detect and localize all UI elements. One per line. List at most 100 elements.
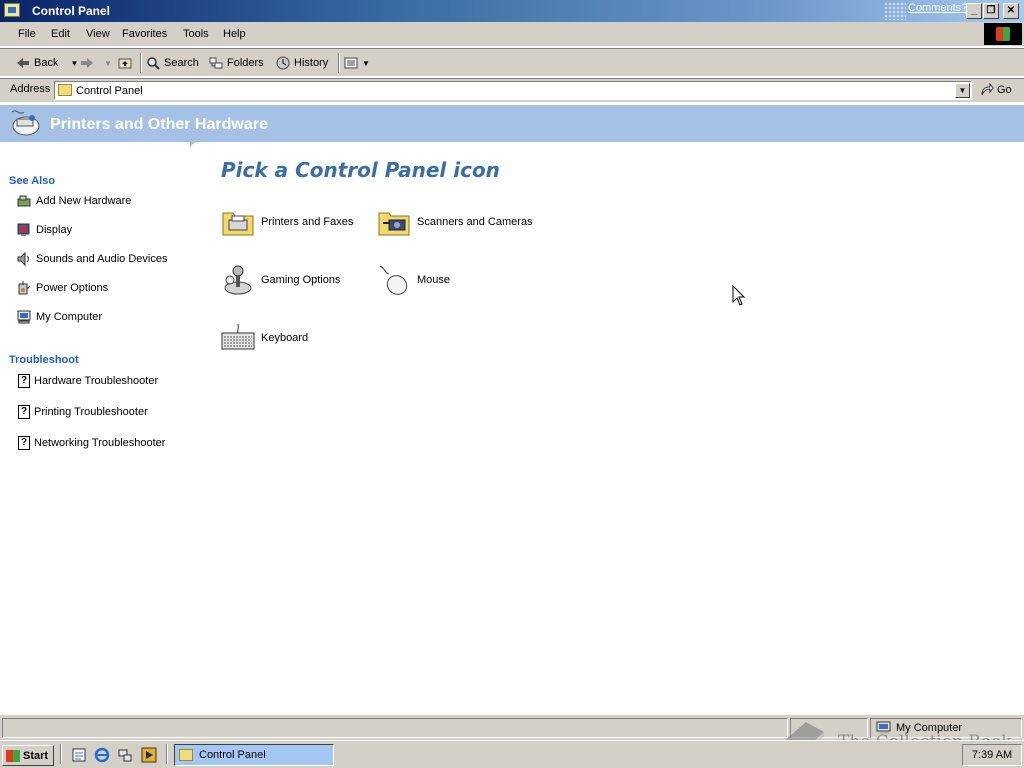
printer-folder-icon <box>222 212 254 236</box>
camera-folder-icon <box>378 212 410 236</box>
keyboard-icon <box>221 323 255 350</box>
sidebar-item-power-options[interactable]: Power Options <box>16 280 108 296</box>
windows-logo-icon <box>984 23 1022 45</box>
search-button[interactable]: Search <box>146 55 199 71</box>
windows-flag-icon <box>6 749 20 762</box>
menu-edit[interactable]: Edit <box>51 28 70 40</box>
see-also-heading: See Also <box>9 175 56 187</box>
menu-bar: File Edit View Favorites Tools Help <box>0 22 1024 47</box>
back-button[interactable]: Back ▼ <box>16 55 78 71</box>
sidebar-item-label: Networking Troubleshooter <box>34 437 166 449</box>
sidebar-item-label: Add New Hardware <box>36 195 132 207</box>
speaker-icon <box>17 251 29 267</box>
forward-arrow-icon <box>81 58 93 68</box>
banner-title: Printers and Other Hardware <box>50 116 268 133</box>
menu-favorites[interactable]: Favorites <box>122 28 167 40</box>
status-bar: My Computer <box>0 714 1024 740</box>
back-arrow-icon <box>17 58 29 68</box>
taskbar-separator <box>166 744 168 764</box>
menu-file[interactable]: File <box>18 28 36 40</box>
page-heading: Pick a Control Panel icon <box>221 158 500 182</box>
minimize-button[interactable]: _ <box>966 3 982 19</box>
sidebar-item-display[interactable]: Display <box>16 222 72 238</box>
toolbar-separator <box>140 53 142 73</box>
internet-explorer-icon[interactable] <box>94 747 110 763</box>
printer-hardware-icon <box>11 110 40 136</box>
sidebar-item-hardware-troubleshooter[interactable]: ? Hardware Troubleshooter <box>16 373 158 389</box>
back-label: Back <box>34 57 59 69</box>
sidebar-item-label: My Computer <box>36 311 103 323</box>
cp-item-label: Keyboard <box>261 332 309 344</box>
restore-button[interactable]: ❐ <box>983 3 999 19</box>
history-button[interactable]: History <box>276 55 328 71</box>
sidebar-item-label: Sounds and Audio Devices <box>36 253 168 265</box>
cp-item-gaming-options[interactable]: Gaming Options <box>221 263 340 297</box>
help-icon: ? <box>18 436 30 450</box>
forward-dropdown-icon[interactable]: ▼ <box>104 59 112 68</box>
search-icon <box>147 57 160 70</box>
go-arrow-icon <box>981 83 994 96</box>
history-label: History <box>294 57 329 69</box>
views-icon <box>344 57 358 69</box>
control-panel-folder-icon <box>58 84 72 96</box>
menu-view[interactable]: View <box>86 28 110 40</box>
sidebar-item-label: Hardware Troubleshooter <box>34 375 159 387</box>
help-icon: ? <box>18 405 30 419</box>
toolbar-separator <box>338 53 340 73</box>
folders-icon <box>209 57 223 69</box>
cp-item-label: Printers and Faxes <box>261 216 354 228</box>
go-label: Go <box>997 84 1012 96</box>
category-banner: Printers and Other Hardware <box>0 103 1024 150</box>
sidebar-item-printing-troubleshooter[interactable]: ? Printing Troubleshooter <box>16 404 148 420</box>
cp-item-keyboard[interactable]: Keyboard <box>221 321 308 355</box>
go-button[interactable]: Go <box>980 83 1012 97</box>
computer-icon <box>876 721 891 734</box>
status-zone: My Computer <box>876 721 962 735</box>
search-label: Search <box>164 57 199 69</box>
system-tray-clock[interactable]: 7:39 AM <box>962 744 1022 766</box>
taskbar-separator <box>60 744 62 764</box>
up-folder-icon <box>118 58 132 69</box>
address-dropdown-button[interactable]: ▼ <box>955 83 970 98</box>
computer-icon <box>17 310 31 324</box>
status-panel-middle <box>790 718 868 738</box>
main-content: Pick a Control Panel icon Printers and F… <box>190 149 1024 714</box>
start-button[interactable]: Start <box>2 745 54 766</box>
network-quicklaunch-icon[interactable] <box>117 747 133 763</box>
sidebar-item-networking-troubleshooter[interactable]: ? Networking Troubleshooter <box>16 435 165 451</box>
display-icon <box>17 223 30 236</box>
address-input[interactable]: Control Panel ▼ <box>54 81 972 100</box>
help-icon: ? <box>18 374 30 388</box>
up-folder-button[interactable] <box>118 55 132 71</box>
troubleshoot-heading: Troubleshoot <box>9 354 79 366</box>
forward-button[interactable]: ▼ <box>80 55 112 71</box>
address-value: Control Panel <box>76 85 143 97</box>
notepad-quicklaunch-icon[interactable] <box>71 747 87 763</box>
cp-item-label: Mouse <box>417 274 451 286</box>
power-icon <box>18 281 31 295</box>
sidebar: See Also Add New Hardware Display Sounds… <box>0 149 190 714</box>
sidebar-item-add-new-hardware[interactable]: Add New Hardware <box>16 193 131 209</box>
menu-tools[interactable]: Tools <box>183 28 209 40</box>
taskbar-item-control-panel[interactable]: Control Panel <box>174 744 334 766</box>
sidebar-item-label: Power Options <box>36 282 109 294</box>
cp-item-mouse[interactable]: Mouse <box>377 263 450 297</box>
close-button[interactable]: ✕ <box>1003 3 1019 19</box>
cp-item-scanners-and-cameras[interactable]: Scanners and Cameras <box>377 205 533 239</box>
joystick-icon <box>224 265 252 295</box>
hardware-icon <box>17 195 31 207</box>
cp-item-printers-and-faxes[interactable]: Printers and Faxes <box>221 205 353 239</box>
back-dropdown-icon[interactable]: ▼ <box>70 59 78 68</box>
views-dropdown-icon[interactable]: ▼ <box>362 59 370 68</box>
taskbar-item-label: Control Panel <box>199 749 266 761</box>
toolbar: Back ▼ ▼ Search Folders History ▼ <box>0 48 1024 77</box>
control-panel-icon[interactable] <box>4 3 20 17</box>
sidebar-item-my-computer[interactable]: My Computer <box>16 309 102 325</box>
decorative-dots <box>884 2 906 20</box>
menu-help[interactable]: Help <box>223 28 246 40</box>
comments-link[interactable]: Comments? <box>908 2 967 14</box>
views-button[interactable]: ▼ <box>344 55 370 71</box>
media-player-icon[interactable] <box>141 747 157 763</box>
sidebar-item-sounds[interactable]: Sounds and Audio Devices <box>16 251 167 267</box>
folders-button[interactable]: Folders <box>209 55 264 71</box>
